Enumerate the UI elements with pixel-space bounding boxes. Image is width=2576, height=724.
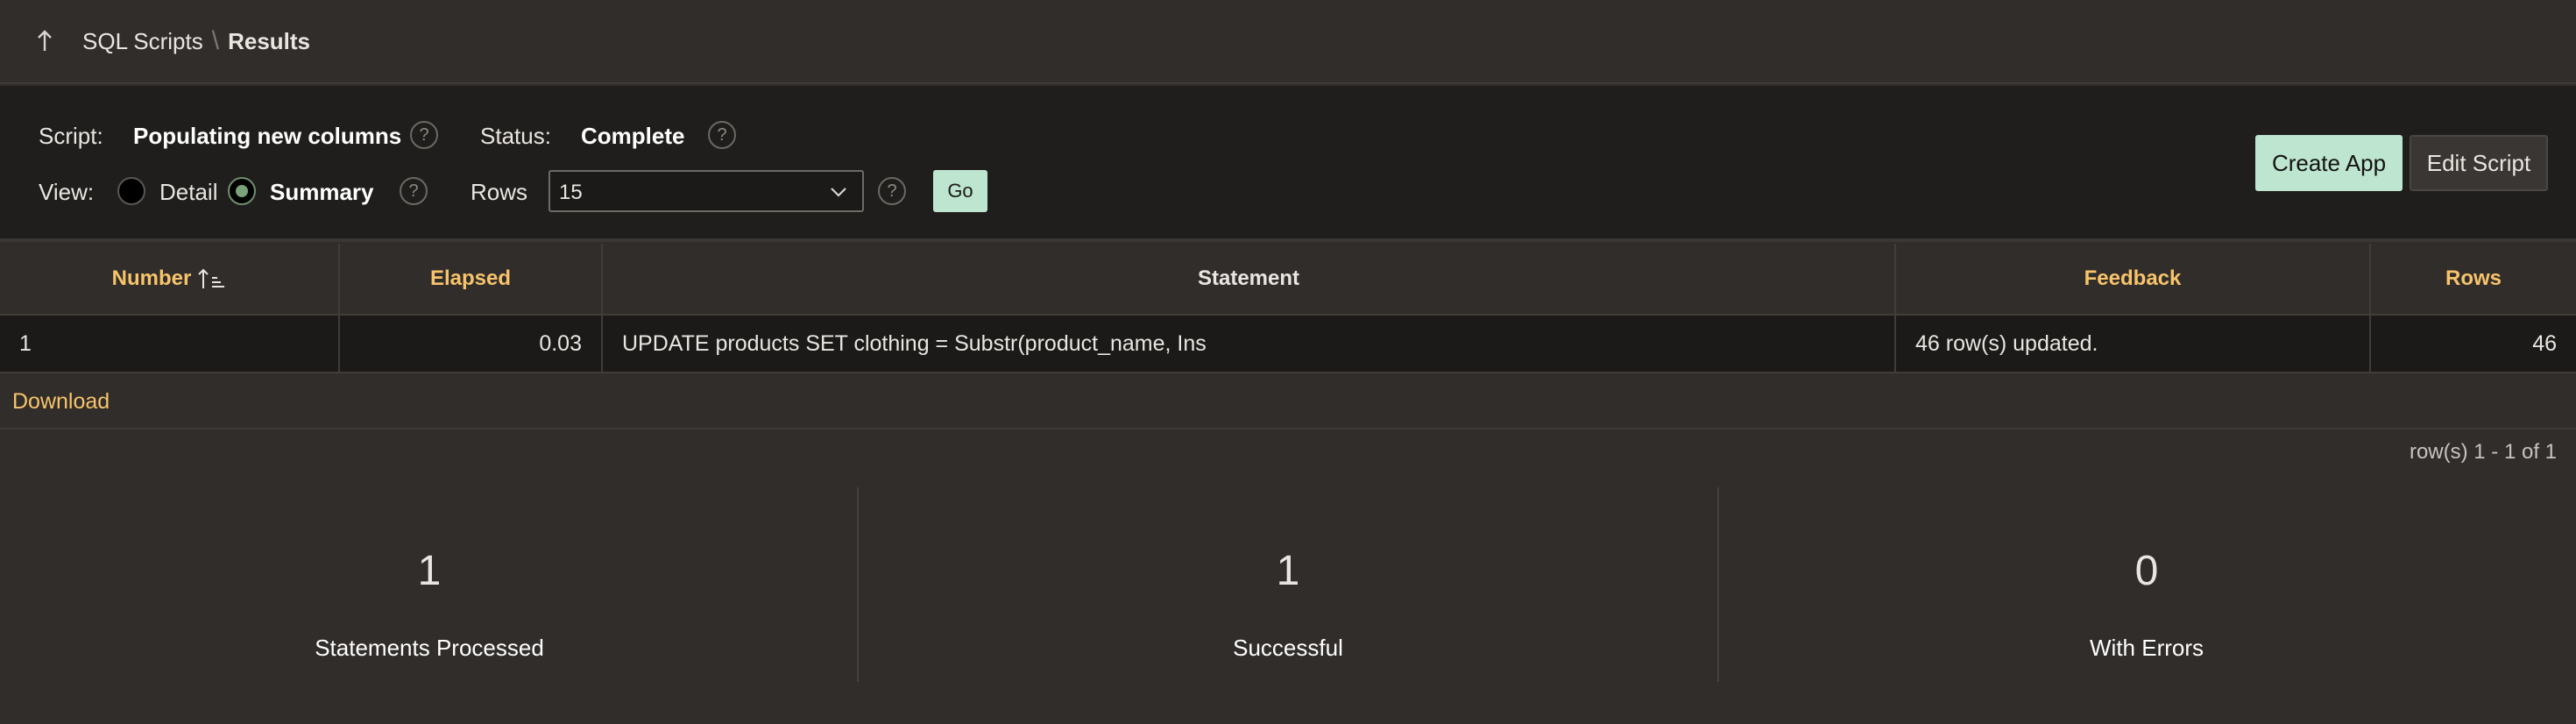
arrow-up-icon[interactable]	[32, 28, 58, 54]
view-summary-label[interactable]: Summary	[270, 179, 374, 206]
view-summary-radio[interactable]	[228, 177, 256, 205]
rows-select-value: 15	[559, 181, 583, 204]
cell-feedback: 46 row(s) updated.	[1896, 316, 2371, 372]
rows-help-icon[interactable]: ?	[878, 177, 906, 205]
script-help-icon[interactable]: ?	[410, 121, 438, 149]
table-header: Number Elapsed Statement Feedback Rows	[0, 244, 2576, 316]
script-name: Populating new columns	[133, 123, 402, 149]
create-app-button[interactable]: Create App	[2255, 135, 2403, 191]
stat-successful: 1 Successful	[859, 487, 1717, 682]
column-header-elapsed[interactable]: Elapsed	[340, 244, 603, 314]
view-help-icon[interactable]: ?	[400, 177, 428, 205]
control-panel: Script: Populating new columns ? Status:…	[0, 86, 2576, 242]
results-table: Number Elapsed Statement Feedback Rows 1…	[0, 244, 2576, 373]
rows-label: Rows	[471, 179, 528, 205]
status-label: Status:	[480, 123, 551, 149]
view-label: View:	[39, 179, 95, 205]
breadcrumb-sql-scripts[interactable]: SQL Scripts	[82, 28, 203, 55]
cell-elapsed: 0.03	[340, 316, 603, 372]
view-detail-radio[interactable]	[117, 177, 145, 205]
table-row: 1 0.03 UPDATE products SET clothing = Su…	[0, 316, 2576, 373]
view-detail-label[interactable]: Detail	[159, 179, 217, 206]
script-label: Script:	[39, 123, 103, 149]
stat-label: With Errors	[2090, 635, 2204, 661]
column-header-statement: Statement	[603, 244, 1896, 314]
sort-ascending-icon	[198, 268, 225, 288]
status-value: Complete	[581, 123, 685, 149]
stat-with-errors: 0 With Errors	[1717, 487, 2576, 682]
column-header-number[interactable]: Number	[0, 244, 340, 314]
page-title: Results	[228, 27, 311, 54]
stat-value: 1	[1276, 548, 1300, 594]
pagination-info: row(s) 1 - 1 of 1	[2409, 440, 2557, 464]
status-help-icon[interactable]: ?	[708, 121, 736, 149]
edit-script-button[interactable]: Edit Script	[2410, 135, 2548, 191]
chevron-down-icon	[831, 188, 846, 197]
column-header-number-label: Number	[111, 266, 192, 290]
stat-value: 1	[417, 548, 442, 594]
stat-label: Successful	[1233, 635, 1343, 661]
stat-label: Statements Processed	[315, 635, 544, 661]
go-button[interactable]: Go	[933, 170, 987, 212]
cell-number: 1	[0, 316, 340, 372]
breadcrumb-separator: \	[211, 26, 220, 55]
column-header-feedback[interactable]: Feedback	[1896, 244, 2371, 314]
cell-rows: 46	[2532, 330, 2557, 356]
stat-statements-processed: 1 Statements Processed	[0, 487, 859, 682]
download-bar: Download	[0, 375, 2576, 429]
download-link[interactable]: Download	[12, 389, 110, 415]
rows-select[interactable]: 15	[548, 170, 864, 212]
cell-statement: UPDATE products SET clothing = Substr(pr…	[603, 316, 1896, 372]
breadcrumb-bar: SQL Scripts \ Results	[0, 0, 2576, 84]
column-header-rows[interactable]: Rows	[2371, 244, 2576, 314]
stat-value: 0	[2134, 548, 2159, 594]
